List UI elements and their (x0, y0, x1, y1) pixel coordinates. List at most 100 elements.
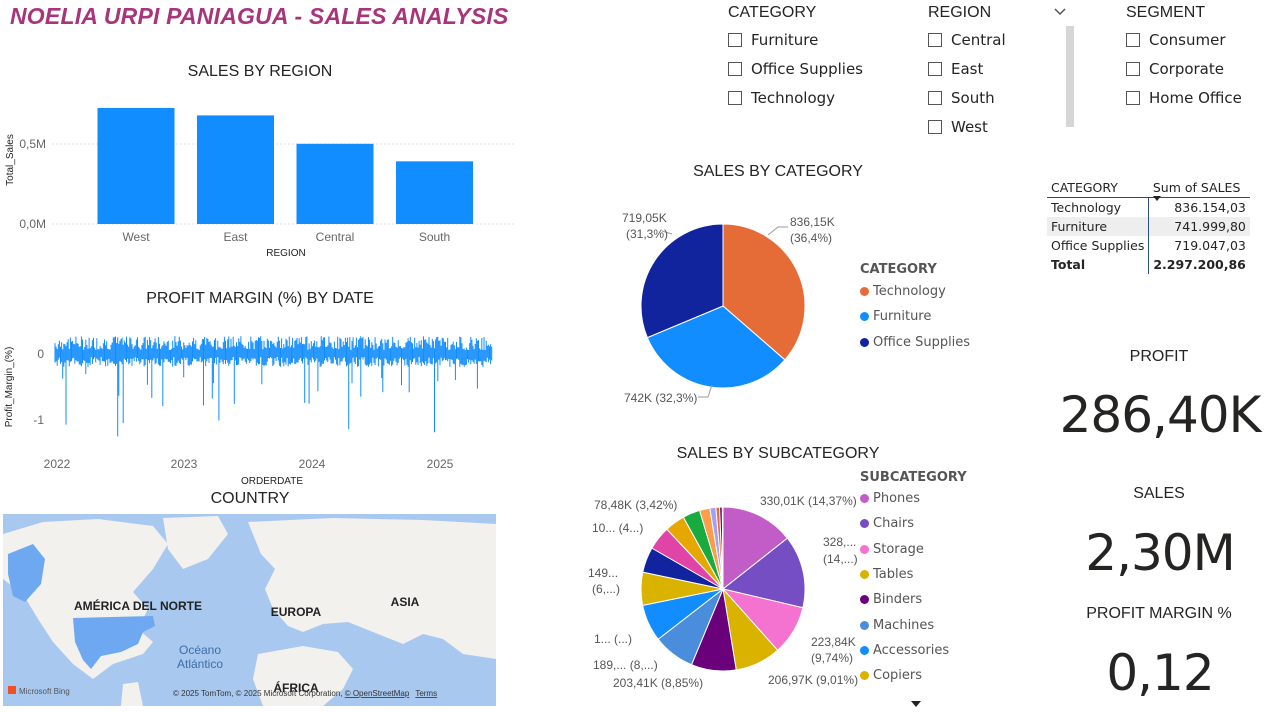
chevron-down-icon[interactable] (1053, 6, 1067, 18)
slice-label-accessories: 1... (...) (594, 632, 632, 646)
x-tick-east: East (223, 230, 248, 244)
slicer-item-south[interactable]: South (928, 83, 1006, 112)
slicer-region-scrollbar[interactable] (1066, 26, 1074, 127)
sales-by-region-chart[interactable]: 0,5M 0,0M Total_Sales West East Central Sou… (0, 90, 520, 265)
legend-title: CATEGORY (860, 262, 937, 277)
sales-card-value: 2,30M (1085, 524, 1235, 582)
slicer-category-title: CATEGORY (728, 4, 817, 21)
legend-item-phones[interactable]: Phones (860, 486, 967, 511)
sales-card-label: SALES (1133, 485, 1185, 502)
checkbox-icon[interactable] (728, 61, 742, 76)
table-cell: Office Supplies (1047, 236, 1150, 255)
sales-by-region-title: SALES BY REGION (187, 63, 333, 80)
bar-west[interactable] (97, 107, 175, 224)
legend-item-tables[interactable]: Tables (860, 562, 967, 587)
legend-label: Tables (873, 567, 914, 583)
x-tick-south: South (419, 230, 450, 244)
slicer-item-central[interactable]: Central (928, 25, 1006, 54)
table-cell: 836.154,03 (1174, 200, 1246, 215)
legend-item-furniture[interactable]: Furniture (860, 304, 970, 329)
table-row: Furniture 741.999,80 (1047, 217, 1250, 236)
bar-east[interactable] (197, 115, 274, 224)
slicer-item-label: Technology (751, 88, 836, 107)
legend-item-office-supplies[interactable]: Office Supplies (860, 330, 970, 355)
y-tick-neg1: -1 (33, 413, 44, 427)
legend-item-binders[interactable]: Binders (860, 587, 967, 612)
bar-central[interactable] (296, 143, 374, 224)
legend-dot-icon (860, 312, 869, 322)
sales-by-subcategory-pie[interactable]: 330,01K (14,37%) 328,... (14,...) 223,84… (560, 490, 860, 695)
legend-dot-icon (860, 519, 869, 529)
country-map-title: COUNTRY (210, 490, 290, 507)
checkbox-icon[interactable] (928, 61, 942, 76)
slice-label-copiers-1: 149... (588, 566, 618, 580)
legend-item-copiers[interactable]: Copiers (860, 663, 967, 688)
slicer-item-label: Furniture (751, 30, 819, 49)
col-header-category[interactable]: CATEGORY (1047, 178, 1149, 198)
legend-label: Phones (873, 491, 921, 507)
legend-item-chairs[interactable]: Chairs (860, 511, 967, 536)
slice-label-tables: 206,97K (9,01%) (768, 673, 858, 687)
x-tick-west: West (122, 230, 150, 244)
slice-fasteners[interactable] (721, 506, 724, 590)
checkbox-icon[interactable] (728, 32, 742, 47)
legend-label: Accessories (873, 642, 950, 658)
subcategory-legend: SUBCATEGORY Phones Chairs Storage Tables Bin… (860, 470, 967, 688)
table-cell: 741.999,80 (1174, 219, 1246, 234)
slicer-item-label: Home Office (1149, 88, 1242, 107)
slice-label-chairs-2: (14,...) (823, 552, 858, 566)
sales-by-category-title: SALES BY CATEGORY (693, 163, 863, 180)
slicer-item-office-supplies[interactable]: Office Supplies (728, 54, 863, 83)
legend-label: Furniture (873, 309, 932, 325)
legend-item-technology[interactable]: Technology (860, 279, 970, 304)
sales-by-category-pie[interactable]: 836,15K (36,4%) 719,05K (31,3%) 742K (32,3… (590, 195, 850, 415)
col-header-sum-sales[interactable]: Sum of SALES (1148, 178, 1250, 201)
slicer-item-home-office[interactable]: Home Office (1126, 83, 1242, 112)
legend-label: Copiers (873, 668, 923, 684)
x-axis-label: REGION (266, 248, 305, 259)
legend-dot-icon (860, 337, 869, 347)
label-north-america: AMÉRICA DEL NORTE (74, 598, 202, 613)
table-cell: Total (1047, 255, 1150, 274)
checkbox-icon[interactable] (1126, 61, 1140, 76)
slice-label-bookcases: 10... (4...) (592, 521, 643, 535)
table-cell: Furniture (1047, 217, 1150, 236)
slicer-segment-title: SEGMENT (1126, 4, 1206, 21)
legend-label: Chairs (873, 516, 915, 532)
checkbox-icon[interactable] (1126, 90, 1140, 105)
legend-dot-icon (860, 645, 869, 655)
profit-margin-chart[interactable]: 0 -1 Profit_Margin_(%) 2022 2023 2024 20… (0, 315, 500, 490)
label-europe: EUROPA (271, 605, 322, 619)
checkbox-icon[interactable] (1126, 32, 1140, 47)
slicer-item-corporate[interactable]: Corporate (1126, 54, 1242, 83)
profit-margin-series[interactable] (54, 336, 493, 437)
checkbox-icon[interactable] (928, 90, 942, 105)
report-title: NOELIA URPI PANIAGUA - SALES ANALYSIS (10, 3, 509, 29)
slice-label-storage-1: 223,84K (811, 635, 856, 649)
legend-item-storage[interactable]: Storage (860, 537, 967, 562)
bar-south[interactable] (396, 161, 473, 224)
checkbox-icon[interactable] (928, 32, 942, 47)
legend-label: Office Supplies (873, 334, 971, 350)
country-map[interactable]: AMÉRICA DEL NORTE EUROPA ASIA Océano Atlá… (3, 514, 496, 706)
slice-label-appliances: 78,48K (3,42%) (594, 498, 677, 512)
profit-margin-title: PROFIT MARGIN (%) BY DATE (146, 290, 374, 307)
slicer-item-technology[interactable]: Technology (728, 83, 863, 112)
category-table[interactable]: CATEGORY Sum of SALES Technology 836.154,… (1047, 178, 1250, 274)
slicer-category: CATEGORY Furniture Office Supplies Techn… (728, 4, 863, 112)
legend-item-machines[interactable]: Machines (860, 612, 967, 637)
slicer-item-consumer[interactable]: Consumer (1126, 25, 1242, 54)
slice-label-binders: 203,41K (8,85%) (613, 676, 703, 690)
osm-link: © OpenStreetMap (345, 689, 410, 698)
slicer-item-furniture[interactable]: Furniture (728, 25, 863, 54)
x-tick-2024: 2024 (299, 457, 326, 471)
slicer-item-west[interactable]: West (928, 112, 1006, 141)
y-tick-0: 0 (37, 347, 44, 361)
checkbox-icon[interactable] (728, 90, 742, 105)
checkbox-icon[interactable] (928, 119, 942, 134)
legend-item-accessories[interactable]: Accessories (860, 638, 967, 663)
category-legend: CATEGORY Technology Furniture Office Sup… (860, 262, 970, 355)
slicer-item-east[interactable]: East (928, 54, 1006, 83)
legend-scroll-down-icon[interactable] (910, 700, 922, 708)
bing-label: Microsoft Bing (19, 687, 70, 696)
